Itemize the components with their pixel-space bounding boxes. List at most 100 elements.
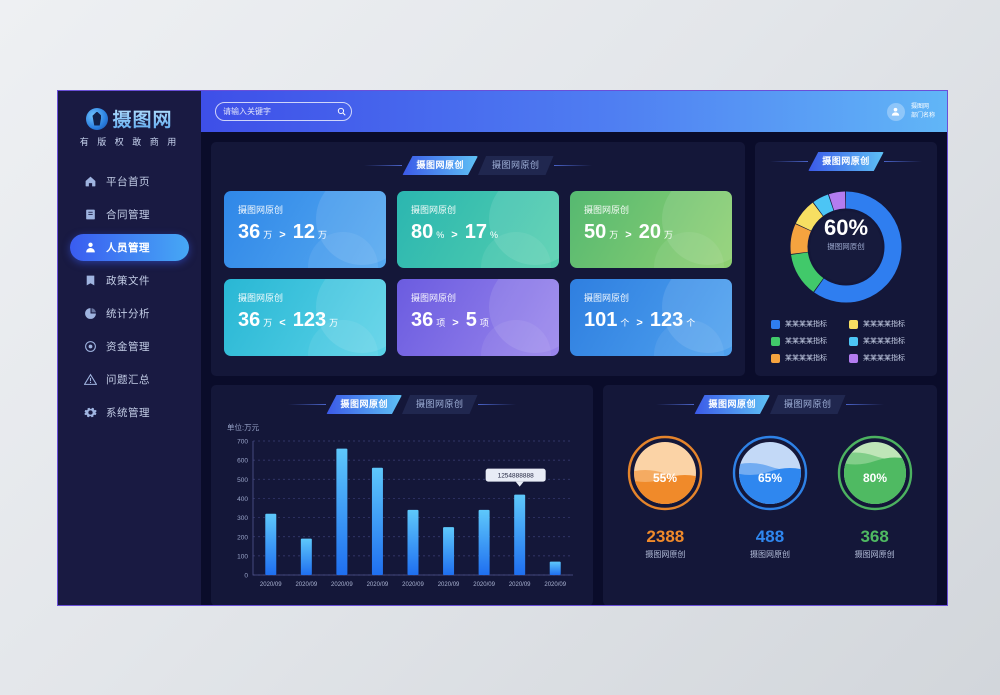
donut-legend-item-6[interactable]: 某某某某指标 bbox=[849, 353, 921, 363]
tab-decor-line-right bbox=[883, 161, 922, 162]
kpi-comparator: > bbox=[279, 229, 286, 241]
kpi-card-1[interactable]: 摄图网原创 36 万 >12 万 bbox=[224, 191, 386, 268]
bar-2[interactable] bbox=[300, 538, 312, 575]
donut-legend-item-2[interactable]: 某某某某指标 bbox=[849, 319, 921, 329]
bar-4[interactable] bbox=[371, 467, 383, 575]
kpi-unit-secondary: 个 bbox=[686, 318, 696, 328]
kpi-card-3[interactable]: 摄图网原创 50 万 >20 万 bbox=[570, 191, 732, 268]
warning-triangle-icon bbox=[84, 373, 97, 385]
search-input[interactable] bbox=[223, 107, 333, 116]
gauge-number: 368 bbox=[860, 527, 889, 546]
donut-tab-1[interactable]: 摄图网原创 bbox=[808, 152, 884, 171]
donut-segment-6[interactable] bbox=[828, 191, 846, 211]
legend-label: 某某某某指标 bbox=[863, 338, 905, 345]
user-name: 摄图网 bbox=[910, 103, 929, 110]
gauge-number: 488 bbox=[755, 527, 785, 546]
gauge-3[interactable]: 80% 368 摄图网原创 bbox=[836, 434, 914, 560]
bar-6[interactable] bbox=[443, 527, 455, 575]
bar-3[interactable] bbox=[336, 448, 348, 575]
bar-9[interactable] bbox=[549, 561, 561, 575]
bar-7[interactable] bbox=[478, 509, 490, 575]
sidebar-item-label: 合同管理 bbox=[106, 209, 150, 221]
gauge-2[interactable]: 65% 488 摄图网原创 bbox=[731, 434, 809, 560]
sidebar-item-label: 政策文件 bbox=[106, 275, 150, 287]
donut-segment-5[interactable] bbox=[813, 194, 834, 217]
kpi-card-title: 摄图网原创 bbox=[411, 205, 457, 215]
legend-swatch bbox=[771, 319, 780, 329]
donut-legend-item-4[interactable]: 某某某某指标 bbox=[849, 336, 921, 346]
brand-logo[interactable]: 摄图网 有 版 权 敢 商 用 bbox=[58, 91, 201, 154]
y-axis-tick: 300 bbox=[237, 515, 248, 522]
sidebar-item-3[interactable]: 人员管理 bbox=[70, 234, 189, 261]
bar-5[interactable] bbox=[407, 509, 419, 575]
coin-icon bbox=[85, 341, 96, 352]
user-icon bbox=[86, 242, 95, 253]
legend-label: 某某某某指标 bbox=[785, 355, 827, 362]
gauge-1[interactable]: 55% 2388 摄图网原创 bbox=[626, 434, 704, 560]
gauge-percent: 65% bbox=[758, 471, 782, 485]
sidebar-nav: 平台首页合同管理人员管理政策文件统计分析资金管理问题汇总系统管理 bbox=[58, 168, 201, 426]
sidebar-item-6[interactable]: 资金管理 bbox=[70, 333, 189, 360]
x-axis-tick: 2020/09 bbox=[473, 582, 495, 588]
user-avatar-icon[interactable] bbox=[886, 102, 905, 121]
gauge-tab-1[interactable]: 摄图网原创 bbox=[694, 395, 770, 414]
sidebar-item-5[interactable]: 统计分析 bbox=[70, 300, 189, 327]
legend-label: 某某某某指标 bbox=[863, 321, 905, 328]
kpi-card-title: 摄图网原创 bbox=[411, 293, 457, 303]
y-axis-tick: 100 bbox=[237, 553, 248, 560]
kpi-value-primary: 80 bbox=[411, 221, 434, 243]
sidebar-item-7[interactable]: 问题汇总 bbox=[70, 366, 189, 393]
kpi-card-2[interactable]: 摄图网原创 80% >17% bbox=[397, 191, 559, 268]
sidebar-item-1[interactable]: 平台首页 bbox=[70, 168, 189, 195]
document-icon bbox=[86, 209, 95, 220]
y-axis-tick: 0 bbox=[244, 573, 248, 580]
search-box[interactable] bbox=[215, 102, 352, 121]
sidebar-item-label: 资金管理 bbox=[106, 341, 150, 353]
tab-decor-line-right bbox=[845, 404, 884, 405]
y-axis-tick: 700 bbox=[237, 439, 248, 446]
tab-decor-line-right bbox=[477, 404, 516, 405]
kpi-unit-primary: 万 bbox=[263, 230, 273, 240]
content-area: 摄图网原创 摄图网原创 摄图网原创 36 万 >12 万摄图网原创 80% >17% 摄图网原创… bbox=[201, 132, 947, 605]
book-icon bbox=[86, 275, 95, 286]
kpi-unit-secondary: 万 bbox=[329, 318, 339, 328]
gauge-label: 摄图网原创 bbox=[854, 550, 895, 559]
bar-tab-2[interactable]: 摄图网原创 bbox=[402, 395, 478, 414]
legend-label: 某某某某指标 bbox=[785, 321, 827, 328]
kpi-card-4[interactable]: 摄图网原创 36 万 <123 万 bbox=[224, 279, 386, 356]
bar-8[interactable] bbox=[514, 494, 526, 575]
brand-name: 摄图网 bbox=[112, 105, 172, 132]
user-menu[interactable]: 摄图网 部门名称 bbox=[886, 102, 935, 121]
gauge-percent: 55% bbox=[653, 471, 677, 485]
sidebar-item-label: 平台首页 bbox=[106, 176, 150, 188]
kpi-card-6[interactable]: 摄图网原创 101 个 >123 个 bbox=[570, 279, 732, 356]
sidebar-item-4[interactable]: 政策文件 bbox=[70, 267, 189, 294]
kpi-value-secondary: 20 bbox=[638, 221, 661, 243]
bar-1[interactable] bbox=[265, 513, 277, 575]
bar-tab-1[interactable]: 摄图网原创 bbox=[326, 395, 402, 414]
donut-legend-item-3[interactable]: 某某某某指标 bbox=[771, 336, 843, 346]
sidebar-item-8[interactable]: 系统管理 bbox=[70, 399, 189, 426]
legend-swatch bbox=[849, 353, 858, 363]
camera-shutter-icon bbox=[86, 107, 109, 130]
sidebar-item-2[interactable]: 合同管理 bbox=[70, 201, 189, 228]
y-axis-tick: 400 bbox=[237, 496, 248, 503]
kpi-card-5[interactable]: 摄图网原创 36 项 >5 项 bbox=[397, 279, 559, 356]
pie-chart-icon bbox=[85, 308, 96, 319]
kpi-unit-secondary: 项 bbox=[479, 318, 489, 328]
donut-legend: 某某某某指标 某某某某指标 某某某某指标 某某某某指标 某某某某指标 某某某某指标 bbox=[765, 319, 927, 363]
donut-center-label: 摄图网原创 bbox=[827, 242, 865, 251]
donut-legend-item-1[interactable]: 某某某某指标 bbox=[771, 319, 843, 329]
brand-slogan: 有 版 权 敢 商 用 bbox=[79, 137, 180, 147]
x-axis-tick: 2020/09 bbox=[544, 582, 566, 588]
donut-legend-item-5[interactable]: 某某某某指标 bbox=[771, 353, 843, 363]
y-axis-tick: 600 bbox=[237, 458, 248, 465]
legend-swatch bbox=[849, 336, 858, 346]
sidebar-item-label: 系统管理 bbox=[106, 407, 150, 419]
kpi-tab-2[interactable]: 摄图网原创 bbox=[478, 156, 554, 175]
gauge-tab-2[interactable]: 摄图网原创 bbox=[770, 395, 846, 414]
search-icon[interactable] bbox=[337, 107, 346, 116]
kpi-tab-1[interactable]: 摄图网原创 bbox=[402, 156, 478, 175]
kpi-value-primary: 36 bbox=[411, 309, 434, 331]
sidebar: 摄图网 有 版 权 敢 商 用 平台首页合同管理人员管理政策文件统计分析资金管理… bbox=[58, 91, 201, 605]
